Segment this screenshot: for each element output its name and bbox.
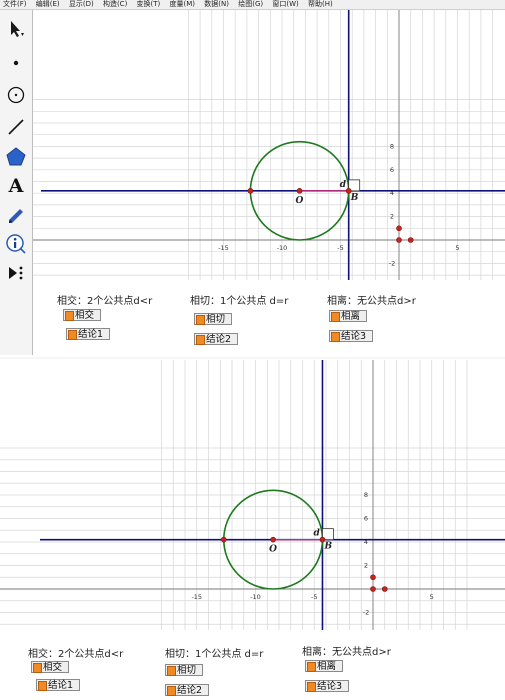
point <box>370 574 376 581</box>
polygon-icon <box>6 147 26 166</box>
menu-bar: 文件(F) 编辑(E) 显示(D) 构造(C) 变换(T) 度量(M) 数据(N… <box>0 0 505 10</box>
caption-separate: 相离：无公共点d>r <box>327 296 416 307</box>
tangent-button[interactable]: 相切 <box>194 313 233 325</box>
menu-graph[interactable]: 绘图(G) <box>238 0 263 9</box>
point-icon <box>13 60 19 66</box>
custom-tool-icon <box>9 266 23 280</box>
compass-icon <box>7 86 25 104</box>
y-tick-label: 6 <box>364 515 368 523</box>
separate-button[interactable]: 相离 <box>329 310 368 322</box>
label-o: O <box>269 545 277 555</box>
point <box>247 188 254 194</box>
compass-tool[interactable] <box>3 82 29 108</box>
menu-display[interactable]: 显示(D) <box>69 0 94 9</box>
menu-construct[interactable]: 构造(C) <box>103 0 127 9</box>
point <box>296 188 303 194</box>
caption-intersect: 相交：2个公共点d<r <box>28 649 124 660</box>
label-d: d <box>313 529 320 539</box>
conclusion2-button[interactable]: 结论2 <box>165 684 210 696</box>
menu-data[interactable]: 数据(N) <box>204 0 229 9</box>
polygon-tool[interactable] <box>3 144 29 170</box>
menu-file[interactable]: 文件(F) <box>3 0 27 9</box>
sketch-panel-bottom: -15 -10 -5 5 8 6 4 2 -2 O Bd 相交：2个公共点d<r 相切：1个公共点 … <box>0 360 505 700</box>
y-tick-label: 6 <box>390 166 394 174</box>
x-tick-label: -10 <box>277 244 288 252</box>
y-tick-label: -2 <box>389 259 395 267</box>
point <box>396 225 402 232</box>
conclusion3-button[interactable]: 结论3 <box>305 680 350 692</box>
text-tool[interactable]: A <box>3 173 29 199</box>
arrow-tool[interactable] <box>3 16 29 42</box>
tangent-button[interactable]: 相切 <box>165 664 204 676</box>
conclusion1-button[interactable]: 结论1 <box>66 328 111 340</box>
label-b: B <box>323 542 332 552</box>
x-tick-label: -5 <box>311 593 317 601</box>
point <box>407 237 414 243</box>
caption-intersect: 相交：2个公共点d<r <box>57 296 153 307</box>
line-icon <box>8 119 24 135</box>
marker-icon <box>9 209 23 223</box>
menu-edit[interactable]: 编辑(E) <box>36 0 60 9</box>
x-tick-label: -10 <box>250 593 261 601</box>
label-d: d <box>340 180 347 190</box>
intersect-button[interactable]: 相交 <box>31 661 70 673</box>
point <box>396 237 402 243</box>
x-tick-label: 5 <box>430 593 434 601</box>
x-tick-label: -15 <box>218 244 229 252</box>
menu-window[interactable]: 窗口(W) <box>272 0 298 9</box>
menu-help[interactable]: 帮助(H) <box>308 0 333 9</box>
text-icon: A <box>8 175 24 197</box>
label-b: B <box>350 193 359 203</box>
x-tick-label: -15 <box>191 593 202 601</box>
line-tool[interactable] <box>3 114 29 140</box>
intersect-button[interactable]: 相交 <box>63 309 102 321</box>
menu-measure[interactable]: 度量(M) <box>170 0 196 9</box>
arrow-icon <box>11 21 24 37</box>
menu-transform[interactable]: 变换(T) <box>137 0 161 9</box>
separate-button[interactable]: 相离 <box>305 660 344 672</box>
point <box>220 536 227 543</box>
panel-separator <box>0 357 505 359</box>
caption-tangent: 相切：1个公共点 d=r <box>190 296 289 307</box>
point <box>370 586 376 592</box>
conclusion1-button[interactable]: 结论1 <box>36 679 81 691</box>
y-tick-label: -2 <box>363 609 369 617</box>
y-tick-label: 2 <box>364 562 368 570</box>
sketch-panel-top: -15 -10 -5 5 8 6 4 2 -2 O Bd 相交：2个公共点d<r 相切：1个公共点 … <box>33 10 505 356</box>
custom-tool[interactable] <box>3 260 29 286</box>
x-tick-label: -5 <box>337 244 343 252</box>
x-tick-label: 5 <box>455 244 459 252</box>
conclusion3-button[interactable]: 结论3 <box>329 330 374 342</box>
marker-tool[interactable] <box>3 203 29 229</box>
conclusion2-button[interactable]: 结论2 <box>194 333 239 345</box>
label-o: O <box>296 196 304 206</box>
point <box>381 586 388 592</box>
info-tool[interactable] <box>3 231 29 257</box>
info-icon <box>6 234 26 254</box>
caption-tangent: 相切：1个公共点 d=r <box>165 649 264 660</box>
point-tool[interactable] <box>3 50 29 76</box>
caption-separate: 相离：无公共点d>r <box>302 647 391 658</box>
point <box>270 536 276 543</box>
toolbox: A <box>0 10 33 355</box>
y-tick-label: 8 <box>390 142 394 150</box>
y-tick-label: 2 <box>390 213 394 221</box>
y-tick-label: 8 <box>364 491 368 499</box>
